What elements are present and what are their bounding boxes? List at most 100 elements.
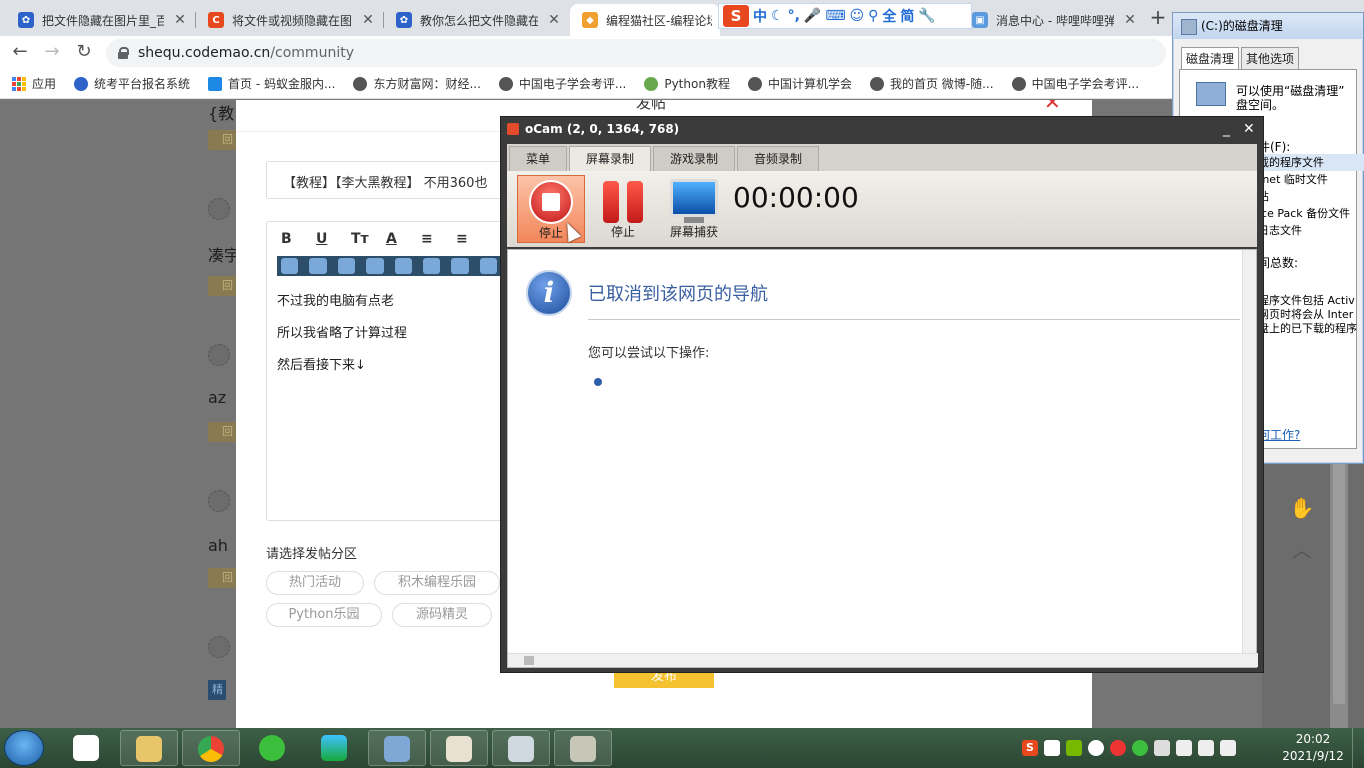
- align-left-button[interactable]: ≡: [421, 231, 456, 247]
- reply-badge[interactable]: 回: [208, 276, 238, 296]
- text-size-button[interactable]: Tт: [351, 231, 386, 247]
- screen-capture-button[interactable]: 屏幕捕获: [657, 175, 731, 243]
- list-item[interactable]: 日志文件: [1258, 222, 1364, 239]
- underline-button[interactable]: U: [316, 231, 351, 247]
- record-tray-icon[interactable]: [1110, 740, 1126, 756]
- wrench-icon[interactable]: 🔧: [918, 8, 935, 24]
- bookmark-item[interactable]: Python教程: [644, 75, 730, 92]
- back-to-top-icon[interactable]: ︿: [1284, 532, 1320, 568]
- horizontal-scrollbar[interactable]: [508, 653, 1258, 667]
- lock-icon[interactable]: [118, 47, 129, 59]
- window-title[interactable]: oCam (2, 0, 1364, 768): [501, 117, 1263, 141]
- reply-badge[interactable]: 回: [208, 568, 238, 588]
- start-button[interactable]: [4, 730, 44, 766]
- new-tab-button[interactable]: +: [1146, 6, 1170, 30]
- post-title[interactable]: ah: [208, 536, 228, 555]
- reply-badge[interactable]: 回: [208, 130, 238, 150]
- system-clock[interactable]: 20:02 2021/9/12: [1278, 731, 1348, 765]
- sogou-ime-icon[interactable]: S: [723, 5, 749, 27]
- close-icon[interactable]: ✕: [172, 12, 188, 28]
- list-item[interactable]: ice Pack 备份文件: [1258, 205, 1364, 222]
- microphone-icon[interactable]: 🎤: [804, 8, 821, 24]
- volume-icon[interactable]: [1220, 740, 1236, 756]
- close-icon[interactable]: ✕: [1122, 12, 1138, 28]
- rich-text-editor[interactable]: B U Tт A ≡ ≡ 不过我的电脑有点老 所以我省略了计算过程 然后看接下来…: [266, 221, 506, 521]
- minimize-icon[interactable]: _: [1223, 117, 1230, 141]
- nvidia-icon[interactable]: [1066, 740, 1082, 756]
- pause-button[interactable]: 停止: [589, 175, 657, 243]
- monitor-tray-icon[interactable]: [1154, 740, 1170, 756]
- usb-icon[interactable]: [1198, 740, 1214, 756]
- tab-menu[interactable]: 菜单: [509, 146, 568, 171]
- list-item[interactable]: 站: [1258, 188, 1364, 205]
- user-icon[interactable]: ☺: [850, 8, 865, 24]
- ime-simplified[interactable]: 简: [900, 6, 914, 26]
- ime-fullwidth[interactable]: 全: [882, 6, 896, 26]
- post-title[interactable]: {教: [208, 100, 234, 124]
- section-option[interactable]: 积木编程乐园: [374, 571, 500, 595]
- bookmark-apps[interactable]: 应用: [12, 75, 56, 92]
- tab-game-record[interactable]: 游戏录制: [653, 146, 736, 171]
- sogou-tray-icon[interactable]: S: [1022, 740, 1038, 756]
- bookmark-item[interactable]: 中国电子学会考评...: [1011, 75, 1139, 92]
- scrollbar-thumb[interactable]: [524, 656, 534, 665]
- browser-tab-3[interactable]: ✿ 教你怎么把文件隐藏在 ✕: [384, 4, 570, 36]
- bookmark-item[interactable]: 首页 - 蚂蚁金服内...: [208, 75, 335, 92]
- avatar[interactable]: [208, 198, 230, 220]
- bookmark-item[interactable]: 中国电子学会考评...: [498, 75, 626, 92]
- close-icon[interactable]: ✕: [546, 12, 562, 28]
- section-option[interactable]: Python乐园: [266, 603, 382, 627]
- taskbar-remote-app[interactable]: [368, 730, 426, 766]
- close-icon[interactable]: ✕: [360, 12, 376, 28]
- bookmark-item[interactable]: 我的首页 微博-随...: [869, 75, 994, 92]
- taskbar-explorer[interactable]: [120, 730, 178, 766]
- taskbar-disk-cleanup[interactable]: [554, 730, 612, 766]
- section-option[interactable]: 热门活动: [266, 571, 364, 595]
- tab-screen-record[interactable]: 屏幕录制: [569, 146, 652, 171]
- address-bar[interactable]: shequ.codemao.cn/community: [106, 39, 1166, 67]
- align-center-button[interactable]: ≡: [456, 231, 491, 247]
- section-option[interactable]: 源码精灵: [392, 603, 492, 627]
- taskbar-ocam[interactable]: [430, 730, 488, 766]
- close-icon[interactable]: ✕: [1243, 117, 1255, 141]
- avatar[interactable]: [208, 344, 230, 366]
- punctuation-icon[interactable]: °,: [788, 8, 800, 24]
- avatar[interactable]: [208, 490, 230, 512]
- signal-icon[interactable]: [1044, 740, 1060, 756]
- browser-tab-2[interactable]: C 将文件或视频隐藏在图 ✕: [196, 4, 384, 36]
- list-item[interactable]: rnet 临时文件: [1258, 171, 1364, 188]
- post-title[interactable]: az: [208, 388, 226, 407]
- window-title[interactable]: (C:)的磁盘清理: [1173, 13, 1363, 39]
- bold-button[interactable]: B: [281, 231, 316, 247]
- show-desktop-button[interactable]: [1352, 728, 1364, 768]
- keyboard-icon[interactable]: ⌨: [825, 8, 845, 24]
- bookmark-item[interactable]: 中国计算机学会: [747, 75, 852, 92]
- tool-tray-icon[interactable]: [1176, 740, 1192, 756]
- browser-tab-4-active[interactable]: ◆ 编程猫社区-编程论坛: [570, 4, 720, 36]
- ime-mode-chinese[interactable]: 中: [753, 6, 767, 26]
- moon-icon[interactable]: ☾: [771, 8, 784, 24]
- how-it-works-link[interactable]: 何工作?: [1258, 426, 1300, 443]
- bookmark-item[interactable]: 东方财富网：财经...: [353, 75, 481, 92]
- info-tray-icon[interactable]: [1088, 740, 1104, 756]
- avatar[interactable]: [208, 636, 230, 658]
- reply-badge[interactable]: 回: [208, 422, 238, 442]
- list-item[interactable]: 载的程序文件: [1258, 154, 1364, 171]
- taskbar-wechat[interactable]: [244, 730, 302, 766]
- close-icon[interactable]: ✕: [1044, 100, 1061, 114]
- bookmark-item[interactable]: 统考平台报名系统: [74, 75, 190, 92]
- tab-disk-cleanup[interactable]: 磁盘清理: [1181, 47, 1240, 69]
- forward-arrow-icon[interactable]: →: [40, 41, 64, 65]
- taskbar-baidu-netdisk[interactable]: [58, 730, 116, 766]
- search-icon[interactable]: ⚲: [868, 8, 878, 24]
- tab-audio-record[interactable]: 音频录制: [737, 146, 820, 171]
- back-arrow-icon[interactable]: ←: [8, 41, 32, 65]
- taskbar-chrome[interactable]: [182, 730, 240, 766]
- font-color-button[interactable]: A: [386, 231, 421, 247]
- reload-icon[interactable]: ↻: [72, 41, 96, 65]
- ime-toolbar[interactable]: S 中 ☾ °, 🎤 ⌨ ☺ ⚲ 全 简 🔧: [718, 3, 972, 29]
- vertical-scrollbar[interactable]: [1242, 250, 1256, 653]
- cat-icon[interactable]: ✋: [1284, 490, 1320, 526]
- browser-tab-1[interactable]: ✿ 把文件隐藏在图片里_百 ✕: [6, 4, 196, 36]
- tab-other-options[interactable]: 其他选项: [1241, 47, 1300, 69]
